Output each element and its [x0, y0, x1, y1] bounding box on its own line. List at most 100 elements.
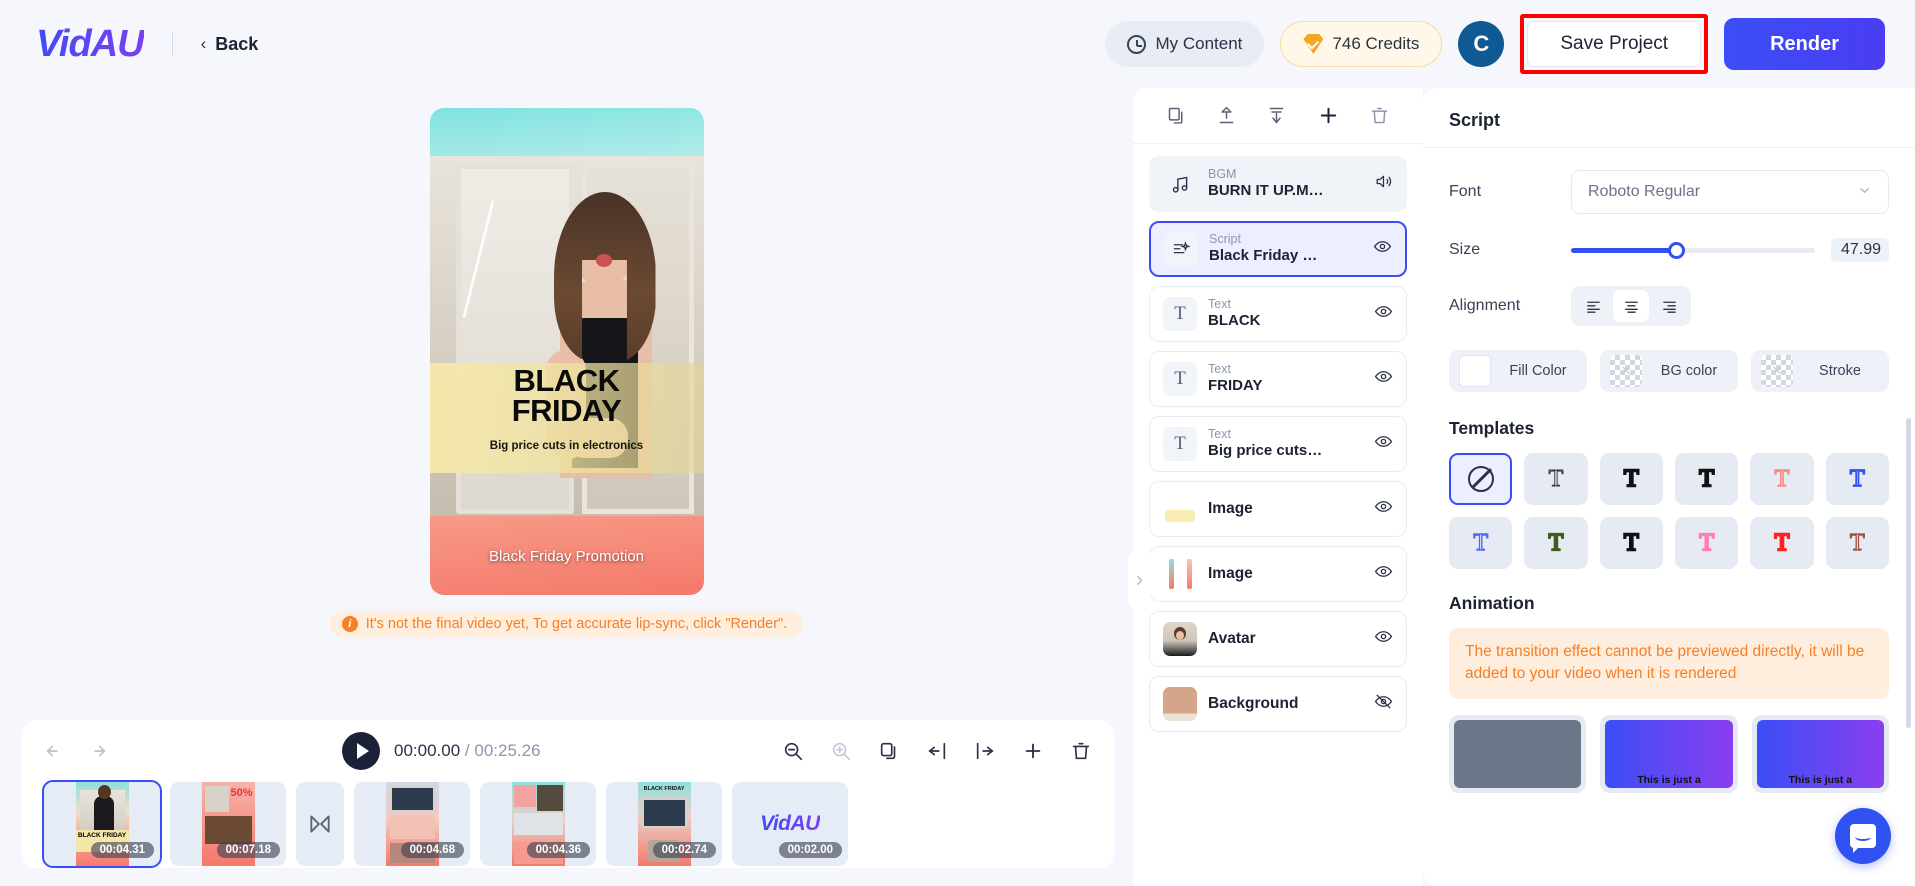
layer-item-image-1[interactable]: Image [1149, 481, 1407, 537]
duplicate-icon[interactable] [878, 740, 900, 762]
add-icon[interactable] [1022, 740, 1044, 762]
timeline-clip[interactable]: VidAU 00:02.00 [732, 782, 848, 866]
layer-kind: Text [1208, 361, 1231, 376]
split-right-icon[interactable] [974, 740, 996, 762]
template-style[interactable]: T [1599, 517, 1663, 569]
credits-button[interactable]: 746 Credits [1280, 21, 1443, 67]
eye-icon[interactable] [1374, 562, 1393, 586]
size-slider[interactable] [1571, 241, 1815, 259]
zoom-in-icon[interactable] [830, 740, 852, 762]
delete-icon[interactable] [1369, 105, 1390, 126]
layer-item-text-bigprice[interactable]: T Text Big price cuts… [1149, 416, 1407, 472]
stroke-button[interactable]: Stroke [1751, 350, 1889, 392]
zoom-out-icon[interactable] [782, 740, 804, 762]
back-button[interactable]: ‹ Back [201, 34, 259, 55]
header-divider [171, 31, 173, 57]
layer-text: Text BLACK [1208, 297, 1363, 331]
template-style[interactable]: T [1449, 517, 1513, 569]
bg-color-button[interactable]: BG color [1600, 350, 1738, 392]
template-style[interactable]: T [1674, 453, 1739, 505]
timeline-clip[interactable]: BLACK FRIDAY 00:02.74 [606, 782, 722, 866]
template-style[interactable]: T [1750, 517, 1814, 569]
template-style[interactable]: T [1674, 517, 1739, 569]
animation-warning: The transition effect cannot be previewe… [1449, 628, 1889, 699]
align-right-button[interactable] [1651, 290, 1687, 322]
layer-item-background[interactable]: Background [1149, 676, 1407, 732]
eye-icon[interactable] [1373, 237, 1392, 261]
my-content-button[interactable]: My Content [1105, 21, 1265, 67]
eye-icon[interactable] [1374, 367, 1393, 391]
eye-icon[interactable] [1374, 302, 1393, 326]
move-to-front-icon[interactable] [1216, 105, 1237, 126]
panel-scrollbar[interactable] [1906, 418, 1911, 728]
fill-color-label: Fill Color [1509, 363, 1567, 379]
script-properties-panel: Script Font Roboto Regular Size 47.99 Al… [1423, 88, 1915, 886]
align-center-button[interactable] [1613, 290, 1649, 322]
layer-item-script[interactable]: Script Black Friday … [1149, 221, 1407, 277]
text-t-icon: T [1163, 427, 1197, 461]
timeline-history-controls [44, 740, 108, 762]
preview-title-text[interactable]: BLACK FRIDAY [430, 365, 704, 425]
add-icon[interactable] [1317, 104, 1340, 127]
undo-icon[interactable] [44, 740, 66, 762]
font-select[interactable]: Roboto Regular [1571, 170, 1889, 214]
animation-card[interactable]: This is just a [1751, 714, 1889, 793]
eye-icon[interactable] [1374, 497, 1393, 521]
video-preview[interactable]: BLACK FRIDAY Big price cuts in electroni… [429, 108, 704, 595]
slider-knob[interactable] [1667, 241, 1685, 259]
render-button[interactable]: Render [1724, 18, 1885, 70]
template-style[interactable]: T [1524, 453, 1588, 505]
size-value[interactable]: 47.99 [1831, 238, 1889, 262]
layer-kind: Script [1209, 231, 1241, 246]
save-project-button[interactable]: Save Project [1527, 21, 1702, 67]
font-label: Font [1449, 183, 1482, 200]
layer-text: BGM BURN IT UP.M… [1208, 167, 1363, 201]
layer-item-avatar[interactable]: Avatar [1149, 611, 1407, 667]
chat-support-button[interactable] [1835, 808, 1891, 864]
speaker-icon[interactable] [1374, 172, 1393, 196]
template-none[interactable] [1449, 453, 1513, 505]
eye-off-icon[interactable] [1374, 692, 1393, 716]
animation-card[interactable] [1449, 714, 1587, 793]
vidau-logo[interactable]: VidAU [22, 23, 145, 66]
layer-kind: Text [1208, 426, 1231, 441]
move-to-back-icon[interactable] [1266, 105, 1287, 126]
fill-color-button[interactable]: Fill Color [1449, 350, 1587, 392]
panel-collapse-handle[interactable] [1128, 550, 1150, 610]
timeline-transition[interactable] [296, 782, 344, 866]
layer-item-bgm[interactable]: BGM BURN IT UP.M… [1149, 156, 1407, 212]
timeline-clip[interactable]: 00:04.68 [354, 782, 470, 866]
music-note-icon [1163, 167, 1197, 201]
template-style[interactable]: T [1599, 453, 1663, 505]
diamond-icon [1303, 34, 1324, 54]
eye-icon[interactable] [1374, 432, 1393, 456]
template-style[interactable]: T [1750, 453, 1814, 505]
layer-name: BURN IT UP.M… [1208, 182, 1324, 200]
redo-icon[interactable] [86, 740, 108, 762]
preview-caption-text[interactable]: Black Friday Promotion [430, 548, 704, 565]
eye-icon[interactable] [1374, 627, 1393, 651]
layer-item-text-black[interactable]: T Text BLACK [1149, 286, 1407, 342]
script-panel-body: Font Roboto Regular Size 47.99 Alignment… [1423, 148, 1915, 793]
timeline-clip[interactable]: 00:04.36 [480, 782, 596, 866]
play-button[interactable] [342, 732, 380, 770]
template-style[interactable]: T [1524, 517, 1588, 569]
layers-list: BGM BURN IT UP.M… Script Black Friday … [1133, 144, 1423, 744]
copy-icon[interactable] [1166, 105, 1187, 126]
clip-duration: 00:04.36 [526, 842, 590, 858]
delete-icon[interactable] [1070, 740, 1092, 762]
template-style[interactable]: T [1825, 453, 1889, 505]
preview-subtitle-text[interactable]: Big price cuts in electronics [430, 440, 704, 452]
layer-item-image-2[interactable]: Image [1149, 546, 1407, 602]
layer-name: Avatar [1208, 630, 1256, 648]
align-left-button[interactable] [1575, 290, 1611, 322]
timeline-clip[interactable]: 50% 00:07.18 [170, 782, 286, 866]
template-style[interactable]: T [1825, 517, 1889, 569]
timeline-clip[interactable]: 00:04.31 [42, 780, 162, 868]
split-left-icon[interactable] [926, 740, 948, 762]
layer-item-text-friday[interactable]: T Text FRIDAY [1149, 351, 1407, 407]
animation-card[interactable]: This is just a [1600, 714, 1738, 793]
layer-name: Black Friday … [1209, 247, 1318, 265]
avatar[interactable]: C [1458, 21, 1505, 67]
animation-grid: This is just a This is just a [1449, 714, 1889, 793]
